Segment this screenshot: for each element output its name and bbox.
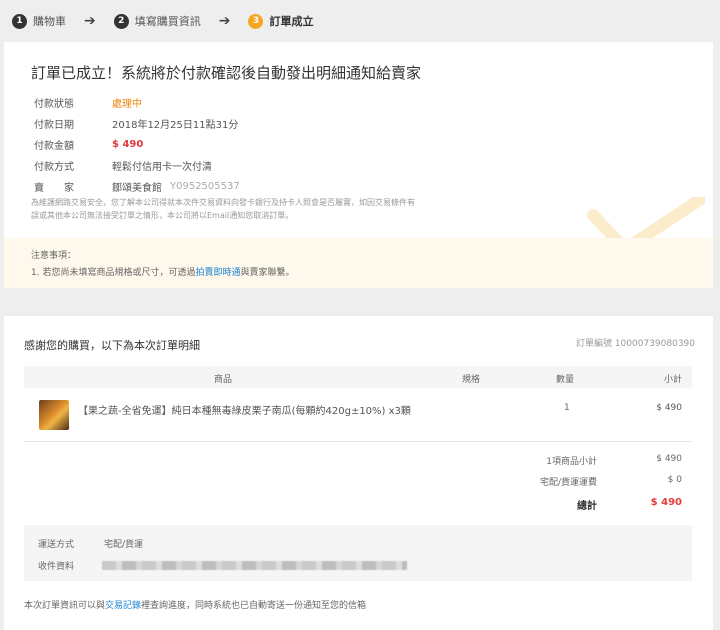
payment-amount-row: 付款金額 $ 490: [34, 134, 240, 155]
subtotal-value: $ 490: [656, 454, 682, 464]
info-label: 賣 家: [34, 183, 74, 194]
step-number: 3: [248, 13, 264, 29]
attention-text: 與賣家聯繫。: [240, 268, 295, 278]
instant-message-link[interactable]: 拍賣即時通: [195, 268, 240, 278]
payment-method-value: 輕鬆付信用卡一次付清: [112, 162, 212, 173]
product-name-link[interactable]: 【果之蔬-全省免運】純日本種無毒綠皮栗子南瓜(每顆約420g±10%) x3顆: [78, 402, 411, 417]
attention-title: 注意事項：: [31, 251, 77, 261]
shipping-method-value: 宅配/貨運: [104, 540, 144, 550]
arrow-right-icon: ➔: [84, 13, 96, 29]
product-thumbnail[interactable]: [39, 400, 69, 430]
subtotal-label: 1項商品小計: [546, 457, 597, 467]
payment-method-row: 付款方式 輕鬆付信用卡一次付清: [34, 155, 240, 176]
shipping-fee-label: 宅配/貨運運費: [539, 478, 597, 488]
col-spec: 規格: [462, 375, 481, 385]
order-number: 訂單編號 10000739080390: [575, 339, 695, 349]
payment-status-value: 處理中: [112, 99, 142, 110]
col-product: 商品: [214, 375, 233, 385]
footer-note: 本次訂單資訊可以與交易記錄裡查詢進度，同時系統也已自動寄送一份通知至您的信箱: [24, 598, 366, 611]
info-label: 付款方式: [34, 162, 74, 173]
step-order-complete: 3 訂單成立: [248, 13, 313, 29]
info-label: 付款金額: [34, 141, 74, 152]
info-label: 付款日期: [34, 120, 74, 131]
step-cart: 1 購物車: [12, 13, 66, 29]
notice-line: 為維護網路交易安全，您了解本公司得就本次件交易資料向發卡銀行及持卡人照會是否屬實…: [31, 198, 415, 207]
seller-id: Y0952505537: [170, 181, 240, 192]
divider: [24, 441, 692, 442]
table-header: 商品 規格 數量 小計: [24, 366, 692, 388]
shipping-fee-value: $ 0: [667, 475, 682, 485]
confirmation-title: 訂單已成立！系統將於付款確認後自動發出明細通知給賣家: [31, 64, 422, 82]
order-confirmation-card: 訂單已成立！系統將於付款確認後自動發出明細通知給賣家 付款狀態 處理中 付款日期…: [4, 42, 713, 288]
info-label: 付款狀態: [34, 99, 74, 110]
arrow-right-icon: ➔: [218, 13, 231, 29]
col-subtotal: 小計: [663, 375, 682, 385]
step-purchase-info: 2 填寫購買資訊: [113, 13, 201, 29]
security-notice: 為維護網路交易安全，您了解本公司得就本次件交易資料向發卡銀行及持卡人照會是否屬實…: [31, 196, 691, 222]
product-qty: 1: [564, 403, 570, 413]
attention-item: 1. 若您尚未填寫商品規格或尺寸，可透過拍賣即時通與賣家聯繫。: [31, 265, 686, 282]
step-label: 訂單成立: [269, 15, 314, 28]
footer-text: 本次訂單資訊可以與: [24, 601, 106, 611]
product-price: $ 490: [656, 403, 682, 413]
step-label: 購物車: [33, 15, 66, 28]
order-details-card: 感謝您的購買，以下為本次訂單明細 訂單編號 10000739080390 商品 …: [4, 316, 713, 630]
payment-info: 付款狀態 處理中 付款日期 2018年12月25日11點31分 付款金額 $ 4…: [34, 92, 240, 197]
total-value: $ 490: [650, 497, 682, 508]
attention-text: 1. 若您尚未填寫商品規格或尺寸，可透過: [31, 268, 196, 278]
transaction-record-link[interactable]: 交易記錄: [105, 601, 141, 611]
shipping-info-box: 運送方式 宅配/貨運 收件資料: [24, 525, 692, 581]
recipient-label: 收件資料: [38, 562, 75, 572]
attention-box: 注意事項： 1. 若您尚未填寫商品規格或尺寸，可透過拍賣即時通與賣家聯繫。: [4, 238, 713, 288]
col-qty: 數量: [556, 375, 575, 385]
shipping-method-label: 運送方式: [38, 540, 75, 550]
total-label: 總計: [577, 501, 597, 512]
step-label: 填寫購買資訊: [134, 15, 201, 28]
payment-date-value: 2018年12月25日11點31分: [112, 120, 239, 131]
recipient-info-redacted: [102, 561, 407, 570]
seller-name[interactable]: 鄒頌美食館: [112, 179, 162, 194]
seller-row: 賣 家 鄒頌美食館 Y0952505537: [34, 176, 240, 197]
step-number: 1: [12, 13, 27, 29]
order-details-heading: 感謝您的購買，以下為本次訂單明細: [24, 339, 200, 352]
payment-status-row: 付款狀態 處理中: [34, 92, 240, 113]
payment-amount-value: $ 490: [112, 139, 144, 150]
step-number: 2: [113, 13, 129, 29]
table-row: 【果之蔬-全省免運】純日本種無毒綠皮栗子南瓜(每顆約420g±10%) x3顆 …: [24, 396, 692, 436]
footer-text: 裡查詢進度，同時系統也已自動寄送一份通知至您的信箱: [141, 601, 367, 611]
payment-date-row: 付款日期 2018年12月25日11點31分: [34, 113, 240, 134]
notice-line: 誤或其他本公司無法接受訂單之情形，本公司將以Email通知您取消訂單。: [31, 211, 294, 220]
checkout-steps: 1 購物車 ➔ 2 填寫購買資訊 ➔ 3 訂單成立: [0, 0, 720, 42]
